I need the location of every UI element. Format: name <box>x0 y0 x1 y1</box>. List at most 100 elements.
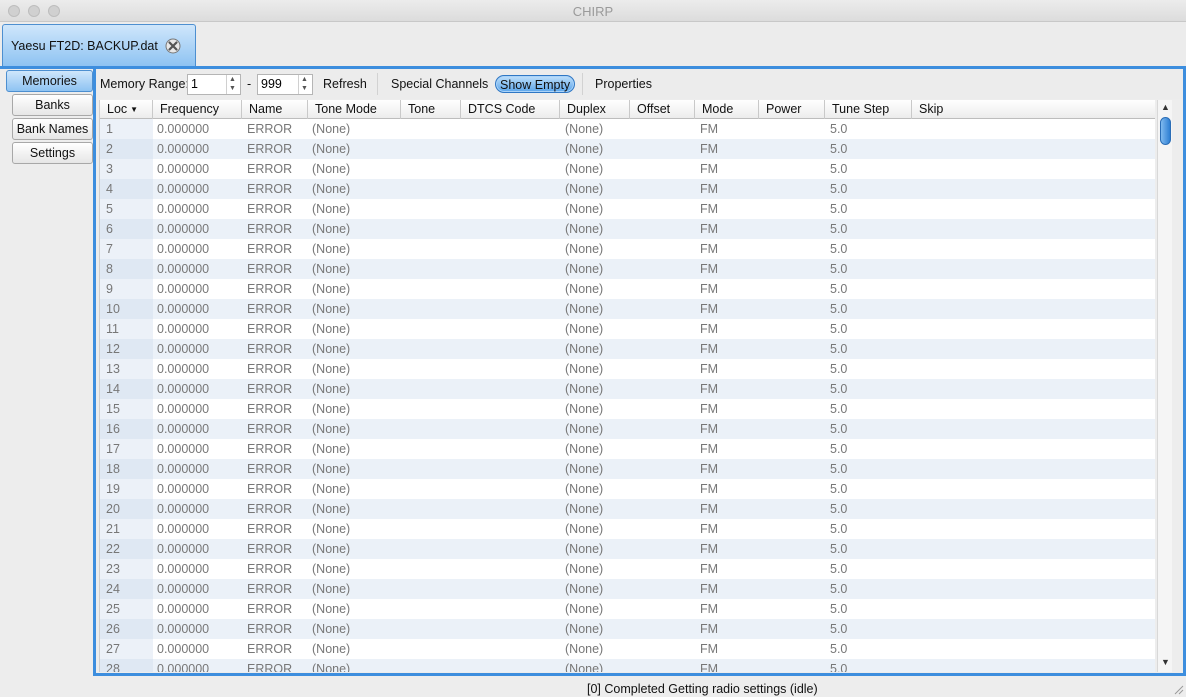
cell-mode[interactable]: FM <box>696 179 718 199</box>
cell-tone-mode[interactable]: (None) <box>308 139 350 159</box>
cell-name[interactable]: ERROR <box>243 419 292 439</box>
cell-skip[interactable] <box>913 139 917 159</box>
cell-skip[interactable] <box>913 519 917 539</box>
cell-frequency[interactable]: 0.000000 <box>153 479 209 499</box>
cell-loc[interactable]: 3 <box>102 159 113 179</box>
table-row[interactable]: 13 0.000000 ERROR (None) (None) FM 5.0 <box>100 359 1155 379</box>
table-row[interactable]: 11 0.000000 ERROR (None) (None) FM 5.0 <box>100 319 1155 339</box>
cell-tone[interactable] <box>402 479 406 499</box>
cell-tone[interactable] <box>402 399 406 419</box>
cell-duplex[interactable]: (None) <box>561 239 603 259</box>
column-offset-header[interactable]: Offset <box>630 100 695 119</box>
table-row[interactable]: 19 0.000000 ERROR (None) (None) FM 5.0 <box>100 479 1155 499</box>
cell-skip[interactable] <box>913 359 917 379</box>
cell-tone-mode[interactable]: (None) <box>308 379 350 399</box>
table-row[interactable]: 7 0.000000 ERROR (None) (None) FM 5.0 <box>100 239 1155 259</box>
range-end-down-icon[interactable]: ▼ <box>301 85 308 93</box>
cell-dtcs[interactable] <box>462 119 466 139</box>
cell-frequency[interactable]: 0.000000 <box>153 619 209 639</box>
cell-tune-step[interactable]: 5.0 <box>826 479 847 499</box>
tab-memories[interactable]: Memories <box>6 70 93 92</box>
cell-mode[interactable]: FM <box>696 499 718 519</box>
cell-duplex[interactable]: (None) <box>561 399 603 419</box>
cell-frequency[interactable]: 0.000000 <box>153 379 209 399</box>
cell-skip[interactable] <box>913 179 917 199</box>
cell-frequency[interactable]: 0.000000 <box>153 659 209 672</box>
cell-offset[interactable] <box>631 219 635 239</box>
table-row[interactable]: 27 0.000000 ERROR (None) (None) FM 5.0 <box>100 639 1155 659</box>
column-power-header[interactable]: Power <box>759 100 825 119</box>
range-end-spinner[interactable]: ▲ ▼ <box>257 74 313 95</box>
cell-loc[interactable]: 5 <box>102 199 113 219</box>
column-frequency-header[interactable]: Frequency <box>153 100 242 119</box>
cell-dtcs[interactable] <box>462 199 466 219</box>
cell-power[interactable] <box>760 399 764 419</box>
cell-duplex[interactable]: (None) <box>561 339 603 359</box>
close-tab-icon[interactable] <box>165 38 181 54</box>
cell-frequency[interactable]: 0.000000 <box>153 359 209 379</box>
cell-dtcs[interactable] <box>462 599 466 619</box>
cell-offset[interactable] <box>631 299 635 319</box>
cell-duplex[interactable]: (None) <box>561 199 603 219</box>
cell-skip[interactable] <box>913 319 917 339</box>
cell-offset[interactable] <box>631 419 635 439</box>
table-row[interactable]: 24 0.000000 ERROR (None) (None) FM 5.0 <box>100 579 1155 599</box>
cell-tune-step[interactable]: 5.0 <box>826 279 847 299</box>
cell-loc[interactable]: 2 <box>102 139 113 159</box>
cell-tune-step[interactable]: 5.0 <box>826 439 847 459</box>
cell-mode[interactable]: FM <box>696 319 718 339</box>
cell-tone-mode[interactable]: (None) <box>308 599 350 619</box>
cell-offset[interactable] <box>631 639 635 659</box>
cell-offset[interactable] <box>631 539 635 559</box>
cell-tone[interactable] <box>402 119 406 139</box>
cell-skip[interactable] <box>913 379 917 399</box>
cell-power[interactable] <box>760 459 764 479</box>
cell-offset[interactable] <box>631 559 635 579</box>
cell-duplex[interactable]: (None) <box>561 659 603 672</box>
range-end-stepper[interactable]: ▲ ▼ <box>298 75 312 94</box>
cell-dtcs[interactable] <box>462 239 466 259</box>
cell-name[interactable]: ERROR <box>243 639 292 659</box>
cell-mode[interactable]: FM <box>696 659 718 672</box>
cell-offset[interactable] <box>631 159 635 179</box>
table-row[interactable]: 1 0.000000 ERROR (None) (None) FM 5.0 <box>100 119 1155 139</box>
cell-name[interactable]: ERROR <box>243 299 292 319</box>
resize-grip-icon[interactable] <box>1172 683 1184 695</box>
cell-duplex[interactable]: (None) <box>561 379 603 399</box>
cell-duplex[interactable]: (None) <box>561 599 603 619</box>
cell-dtcs[interactable] <box>462 459 466 479</box>
table-row[interactable]: 26 0.000000 ERROR (None) (None) FM 5.0 <box>100 619 1155 639</box>
cell-name[interactable]: ERROR <box>243 599 292 619</box>
cell-dtcs[interactable] <box>462 419 466 439</box>
table-row[interactable]: 17 0.000000 ERROR (None) (None) FM 5.0 <box>100 439 1155 459</box>
cell-duplex[interactable]: (None) <box>561 619 603 639</box>
cell-tune-step[interactable]: 5.0 <box>826 219 847 239</box>
cell-tone-mode[interactable]: (None) <box>308 259 350 279</box>
cell-skip[interactable] <box>913 599 917 619</box>
cell-loc[interactable]: 27 <box>102 639 120 659</box>
cell-duplex[interactable]: (None) <box>561 319 603 339</box>
cell-name[interactable]: ERROR <box>243 519 292 539</box>
cell-tone[interactable] <box>402 159 406 179</box>
range-start-spinner[interactable]: ▲ ▼ <box>187 74 241 95</box>
column-dtcs-code-header[interactable]: DTCS Code <box>461 100 560 119</box>
cell-name[interactable]: ERROR <box>243 259 292 279</box>
cell-tone[interactable] <box>402 619 406 639</box>
cell-dtcs[interactable] <box>462 379 466 399</box>
cell-name[interactable]: ERROR <box>243 359 292 379</box>
cell-mode[interactable]: FM <box>696 619 718 639</box>
cell-tune-step[interactable]: 5.0 <box>826 199 847 219</box>
cell-tune-step[interactable]: 5.0 <box>826 619 847 639</box>
cell-skip[interactable] <box>913 399 917 419</box>
cell-power[interactable] <box>760 379 764 399</box>
cell-dtcs[interactable] <box>462 259 466 279</box>
cell-name[interactable]: ERROR <box>243 619 292 639</box>
cell-offset[interactable] <box>631 119 635 139</box>
cell-mode[interactable]: FM <box>696 479 718 499</box>
cell-tone-mode[interactable]: (None) <box>308 499 350 519</box>
cell-skip[interactable] <box>913 199 917 219</box>
tab-bank-names[interactable]: Bank Names <box>12 118 93 140</box>
range-start-input[interactable] <box>191 77 227 91</box>
cell-dtcs[interactable] <box>462 159 466 179</box>
range-end-input[interactable] <box>261 77 297 91</box>
